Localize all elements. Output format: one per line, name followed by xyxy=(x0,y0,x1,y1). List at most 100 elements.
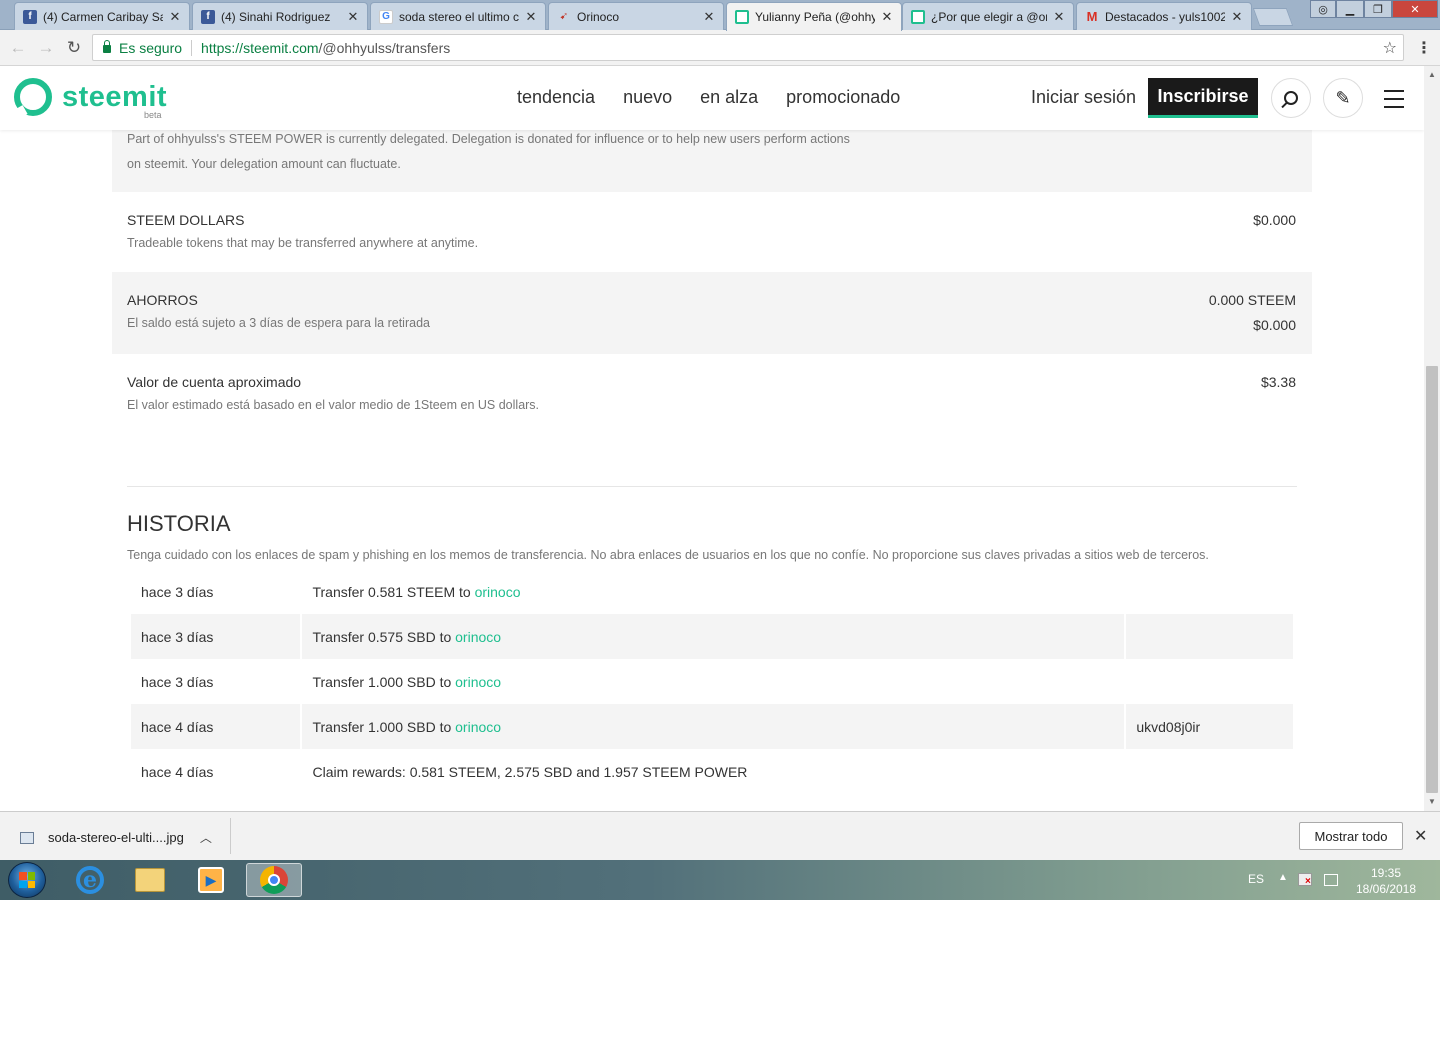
history-date: hace 3 días xyxy=(131,614,301,659)
history-date: hace 3 días xyxy=(141,673,214,690)
close-icon[interactable]: ✕ xyxy=(703,9,715,25)
window-controls: ◎ ▁ ❐ ✕ xyxy=(1310,0,1438,18)
network-icon[interactable] xyxy=(1324,874,1338,886)
taskbar-chrome[interactable] xyxy=(246,863,302,897)
close-icon[interactable]: ✕ xyxy=(169,9,181,25)
user-link[interactable]: orinoco xyxy=(455,719,501,735)
signup-button[interactable]: Inscribirse xyxy=(1148,78,1258,118)
windows-taskbar: e ▶ ES ▲ 19:35 18/06/2018 xyxy=(0,860,1440,900)
nav-nuevo[interactable]: nuevo xyxy=(623,87,672,108)
history-title: HISTORIA xyxy=(127,511,231,536)
history-memo xyxy=(1126,659,1293,704)
address-bar[interactable]: Es seguro https://steemit.com/@ohhyulss/… xyxy=(92,34,1404,61)
user-link[interactable]: orinoco xyxy=(455,629,501,645)
clock[interactable]: 19:35 18/06/2018 xyxy=(1350,865,1422,897)
user-link[interactable]: orinoco xyxy=(475,584,521,600)
table-row: hace 4 días Claim rewards: 0.581 STEEM, … xyxy=(131,749,1293,794)
nav-promocionado[interactable]: promocionado xyxy=(786,87,900,108)
steem-dollars-value[interactable]: $0.000 xyxy=(1253,212,1296,228)
browser-tab[interactable]: ¿Por que elegir a @ori ✕ xyxy=(902,2,1074,30)
chevron-up-icon[interactable]: ▲ xyxy=(1278,872,1288,883)
history-desc: Claim rewards: 0.581 STEEM, 2.575 SBD an… xyxy=(302,749,1124,794)
nav-en-alza[interactable]: en alza xyxy=(700,87,758,108)
divider xyxy=(230,818,231,854)
savings-section: AHORROS El saldo está sujeto a 3 días de… xyxy=(112,272,1312,354)
history-memo: ukvd08j0ir xyxy=(1126,704,1293,749)
table-row: hace 3 días Transfer 0.581 STEEM to orin… xyxy=(131,569,1293,614)
write-post-button[interactable]: ✎ xyxy=(1323,78,1363,118)
windows-logo-icon xyxy=(19,872,35,888)
browser-tab[interactable]: G soda stereo el ultimo c ✕ xyxy=(370,2,546,30)
download-item[interactable]: soda-stereo-el-ulti....jpg ︿ xyxy=(20,829,212,846)
browser-tab[interactable]: M Destacados - yuls1002 ✕ xyxy=(1076,2,1252,30)
taskbar-media-player[interactable]: ▶ xyxy=(183,863,239,897)
hamburger-menu-icon[interactable] xyxy=(1384,90,1404,114)
browser-toolbar: ← → ↻ Es seguro https://steemit.com/@ohh… xyxy=(0,30,1440,66)
facebook-icon: f xyxy=(23,9,37,24)
url-host: https://steemit.com xyxy=(201,39,319,56)
close-icon[interactable]: ✕ xyxy=(881,9,893,25)
nav-tendencia[interactable]: tendencia xyxy=(517,87,595,108)
web-page: steemit beta tendencia nuevo en alza pro… xyxy=(0,66,1424,811)
show-all-button[interactable]: Mostrar todo xyxy=(1299,822,1403,850)
browser-menu-icon[interactable]: ⋮ xyxy=(1416,38,1432,58)
steem-dollars-section: STEEM DOLLARS Tradeable tokens that may … xyxy=(112,192,1312,272)
minimize-button[interactable]: ▁ xyxy=(1336,0,1364,18)
chevron-up-icon[interactable]: ︿ xyxy=(200,829,212,846)
close-icon[interactable]: ✕ xyxy=(347,9,359,25)
new-tab-button[interactable] xyxy=(1252,8,1294,26)
delegation-note-line: on steemit. Your delegation amount can f… xyxy=(127,157,401,171)
divider xyxy=(127,486,1297,487)
history-text: Transfer 1.000 SBD to xyxy=(312,718,456,735)
scroll-up-icon[interactable]: ▲ xyxy=(1428,70,1436,79)
close-icon[interactable]: ✕ xyxy=(1231,9,1243,25)
action-center-flag-icon[interactable] xyxy=(1298,873,1312,887)
browser-tab[interactable]: ➹ Orinoco ✕ xyxy=(548,2,724,30)
page-scrollbar[interactable]: ▲ ▼ xyxy=(1424,66,1440,811)
scroll-thumb[interactable] xyxy=(1426,366,1438,793)
savings-steem-value[interactable]: 0.000 STEEM xyxy=(1209,292,1296,308)
tab-title: soda stereo el ultimo c xyxy=(399,9,519,24)
browser-tab-active[interactable]: Yulianny Peña (@ohhy ✕ xyxy=(726,2,902,31)
taskbar-file-explorer[interactable] xyxy=(122,863,178,897)
image-file-icon xyxy=(20,831,34,844)
history-date: hace 4 días xyxy=(131,704,301,749)
taskbar-internet-explorer[interactable]: e xyxy=(62,863,118,897)
back-arrow-icon[interactable]: ← xyxy=(8,38,28,58)
savings-usd-value[interactable]: $0.000 xyxy=(1253,317,1296,333)
maximize-button[interactable]: ❐ xyxy=(1364,0,1392,18)
language-indicator[interactable]: ES xyxy=(1248,872,1264,886)
tab-title: (4) Carmen Caribay Sa xyxy=(43,9,163,24)
close-icon[interactable]: ✕ xyxy=(1053,9,1065,25)
forward-arrow-icon[interactable]: → xyxy=(36,38,56,58)
browser-tab[interactable]: f (4) Carmen Caribay Sa ✕ xyxy=(14,2,190,30)
browser-tab[interactable]: f (4) Sinahi Rodriguez ✕ xyxy=(192,2,368,30)
reload-icon[interactable]: ↻ xyxy=(64,38,84,58)
browser-tab-strip: f (4) Carmen Caribay Sa ✕ f (4) Sinahi R… xyxy=(0,0,1440,31)
scroll-down-icon[interactable]: ▼ xyxy=(1428,797,1436,806)
folder-icon xyxy=(135,868,165,892)
savings-desc: El saldo está sujeto a 3 días de espera … xyxy=(127,316,430,330)
google-icon: G xyxy=(379,9,393,24)
internet-explorer-icon: e xyxy=(76,866,104,894)
start-button[interactable] xyxy=(8,862,46,898)
user-icon[interactable]: ◎ xyxy=(1310,0,1336,18)
window-close-button[interactable]: ✕ xyxy=(1392,0,1438,18)
signin-link[interactable]: Iniciar sesión xyxy=(1031,87,1136,108)
url-path: /@ohhyulss/transfers xyxy=(318,39,451,56)
history-table: hace 3 días Transfer 0.581 STEEM to orin… xyxy=(129,569,1295,794)
search-button[interactable] xyxy=(1271,78,1311,118)
user-link[interactable]: orinoco xyxy=(455,674,501,690)
delegation-note-line: Part of ohhyulss's STEEM POWER is curren… xyxy=(127,132,850,146)
tab-title: Destacados - yuls1002 xyxy=(1105,9,1225,24)
close-icon[interactable]: ✕ xyxy=(525,9,537,25)
history-desc: Transfer 1.000 SBD to orinoco xyxy=(302,659,1124,704)
account-value-section: Valor de cuenta aproximado El valor esti… xyxy=(112,354,1312,434)
lock-icon xyxy=(103,39,111,53)
close-icon[interactable]: ✕ xyxy=(1414,826,1427,846)
gmail-icon: M xyxy=(1086,9,1098,24)
chrome-icon xyxy=(260,866,288,894)
steem-dollars-title: STEEM DOLLARS xyxy=(127,212,245,228)
main-nav: tendencia nuevo en alza promocionado xyxy=(517,87,900,108)
bookmark-star-icon[interactable]: ☆ xyxy=(1383,38,1397,58)
